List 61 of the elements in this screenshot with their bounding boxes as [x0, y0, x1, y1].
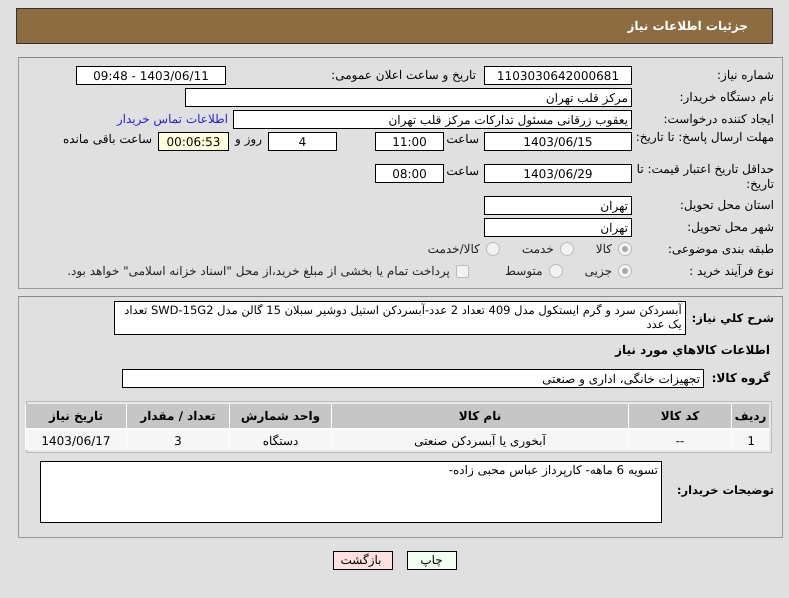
field-label: حداقل تاریخ اعتبار قیمت: تا تاریخ:: [636, 162, 774, 192]
radio-button[interactable]: [548, 264, 563, 278]
back-button[interactable]: بازگشت: [332, 551, 392, 570]
field-label: طبقه بندی موضوعی:: [666, 242, 774, 256]
goods-group-field: تجهیزات خانگی، اداری و صنعتی: [122, 368, 704, 388]
buyer-notes-field: تسویه 6 ماهه- کارپرداز عباس محبی زاده-: [40, 461, 662, 523]
need-number-field: 1103030642000681: [484, 66, 632, 84]
option-label: متوسط: [504, 264, 543, 278]
deadline-date-field: 1403/06/15: [484, 132, 632, 151]
radio-button[interactable]: [486, 242, 500, 256]
time-label: ساعت: [449, 132, 479, 146]
days-label: روز و: [235, 132, 262, 146]
buyer-org-field: مرکز قلب تهران: [185, 88, 632, 106]
column-header: ردیف: [731, 404, 769, 428]
table-cell: دستگاه: [229, 428, 331, 450]
page-title: جزئیات اطلاعات نیاز: [627, 19, 748, 33]
field-label: شرح كلي نياز:: [692, 311, 774, 325]
field-label: نوع فرآیند خرید :: [688, 264, 774, 278]
column-header: کد کالا: [628, 404, 731, 428]
print-button[interactable]: چاپ: [406, 551, 456, 570]
option-label: خدمت: [522, 242, 554, 256]
field-label: ایجاد کننده درخواست:: [662, 112, 774, 126]
city-field: تهران: [484, 218, 632, 236]
table-cell: 1403/06/17: [25, 428, 126, 450]
description-field: آبسردکن سرد و گرم ایستکول مدل 409 تعداد 2 عدد-آبسردکن استیل دوشیر سبلان 15 گالن مدل SWD-15G2 تعداد یک عدد: [114, 301, 686, 335]
column-header: تعداد / مقدار: [126, 404, 229, 428]
buyer-contact-link[interactable]: اطلاعات تماس خریدار: [116, 112, 228, 126]
field-label: گروه کالا:: [710, 371, 770, 385]
table-cell: --: [628, 428, 731, 450]
deadline-time-field: 11:00: [375, 132, 444, 151]
radio-button[interactable]: [618, 264, 632, 278]
time-label: ساعت: [449, 164, 479, 178]
section-title: اطلاعات كالاهاي مورد نياز: [614, 342, 770, 359]
column-header: نام کالا: [331, 404, 628, 428]
table-cell: 3: [126, 428, 229, 450]
field-label: توضیحات خریدار:: [676, 483, 774, 497]
announce-date-field: 1403/06/11 - 09:48: [76, 66, 226, 84]
remaining-label: ساعت باقی مانده: [62, 132, 152, 146]
field-label: استان محل تحویل:: [678, 198, 774, 212]
requester-field: یعقوب زرقانی مسئول تدارکات مرکز قلب تهران: [233, 110, 632, 128]
field-label: نام دستگاه خریدار:: [678, 90, 774, 104]
option-label: کالا: [596, 242, 612, 256]
validity-time-field: 08:00: [375, 164, 444, 183]
field-label: شهر محل تحویل:: [686, 220, 774, 234]
validity-date-field: 1403/06/29: [484, 164, 632, 183]
field-label: شماره نیاز:: [716, 68, 774, 82]
field-label: مهلت ارسال پاسخ: تا تاریخ:: [634, 130, 774, 145]
radio-button[interactable]: [560, 242, 574, 256]
days-field: 4: [268, 132, 337, 151]
field-label: تاریخ و ساعت اعلان عمومی:: [330, 68, 476, 82]
checkbox[interactable]: [456, 264, 469, 278]
radio-button[interactable]: [618, 242, 632, 256]
column-header: تاریخ نیاز: [25, 404, 126, 428]
column-header: واحد شمارش: [229, 404, 331, 428]
option-label: کالا/خدمت: [428, 242, 480, 256]
checkbox-label: پرداخت تمام یا بخشی از مبلغ خرید،از محل "اسناد خزانه اسلامی" خواهد بود.: [67, 264, 450, 278]
option-label: جزیی: [584, 264, 612, 278]
remaining-time-field: 00:06:53: [158, 132, 229, 151]
table-cell: 1: [731, 428, 769, 450]
table-cell: آبخوری یا آبسردکن صنعتی: [331, 428, 628, 450]
province-field: تهران: [484, 196, 632, 214]
